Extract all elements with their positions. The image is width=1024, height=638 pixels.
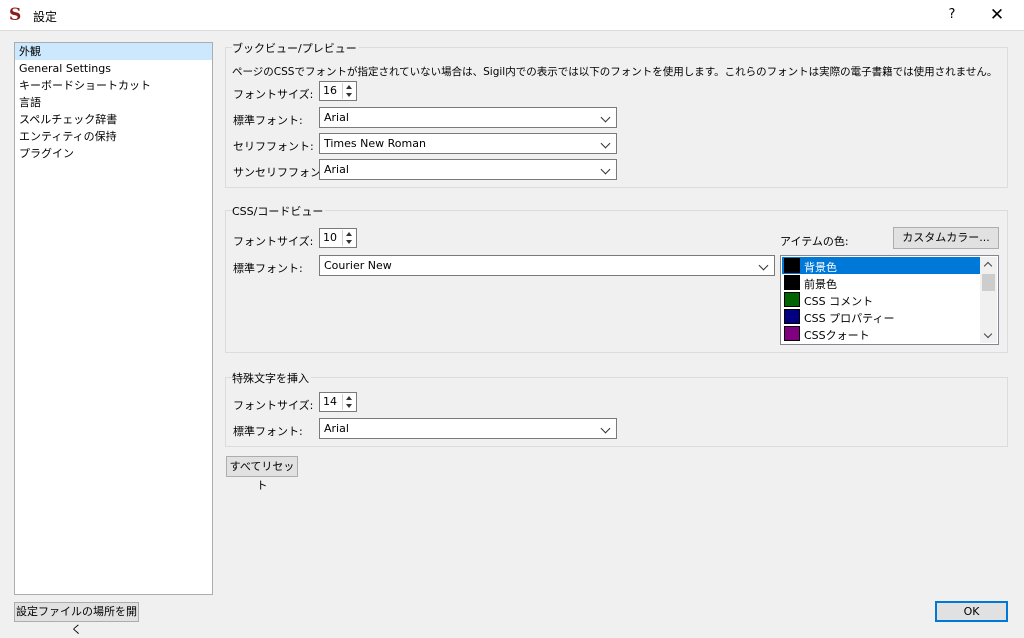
bookview-font-size-spinbox[interactable]: 16 <box>319 81 357 101</box>
color-list-item[interactable]: 前景色 <box>782 274 980 291</box>
color-list-scrollbar[interactable] <box>980 257 997 343</box>
special-chars-standard-font-label: 標準フォント: <box>233 425 303 438</box>
sidebar-item-preserve-entities[interactable]: エンティティの保持 <box>15 128 212 145</box>
special-chars-font-size-spinbox[interactable]: 14 <box>319 392 357 412</box>
color-swatch <box>784 326 800 341</box>
bookview-standard-font-label: 標準フォント: <box>233 114 303 127</box>
chevron-down-icon <box>599 136 613 151</box>
bookview-font-size-value: 16 <box>323 84 337 97</box>
scroll-thumb[interactable] <box>982 274 995 291</box>
bookview-group-title: ブックビュー/プレビュー <box>232 40 359 56</box>
ok-button[interactable]: OK <box>935 601 1008 622</box>
codeview-standard-font-value: Courier New <box>324 259 392 272</box>
scroll-down-icon[interactable] <box>980 329 997 343</box>
bookview-font-note: ページのCSSでフォントが指定されていない場合は、Sigil内での表示では以下の… <box>232 66 998 78</box>
color-swatch <box>784 258 800 273</box>
item-color-label: アイテムの色: <box>780 235 849 248</box>
chevron-down-icon <box>599 110 613 125</box>
sigil-app-icon: S <box>9 5 22 25</box>
sidebar-item-keyboard-shortcuts[interactable]: キーボードショートカット <box>15 77 212 94</box>
spin-arrows-icon[interactable] <box>342 83 355 99</box>
codeview-font-size-value: 10 <box>323 231 337 244</box>
bookview-sans-font-select[interactable]: Arial <box>319 159 617 180</box>
special-chars-standard-font-value: Arial <box>324 422 349 435</box>
bookview-font-size-label: フォントサイズ: <box>233 88 314 101</box>
special-chars-font-size-label: フォントサイズ: <box>233 399 314 412</box>
color-list-item[interactable]: CSSクォート <box>782 325 980 342</box>
chevron-down-icon <box>599 162 613 177</box>
color-swatch <box>784 292 800 307</box>
color-list-item[interactable]: CSS コメント <box>782 291 980 308</box>
help-button[interactable]: ? <box>937 5 967 25</box>
reset-all-button[interactable]: すべてリセット <box>226 456 298 492</box>
scroll-up-icon[interactable] <box>980 257 997 271</box>
custom-color-button[interactable]: カスタムカラー... <box>893 227 999 249</box>
sidebar-item-language[interactable]: 言語 <box>15 94 212 111</box>
sidebar-item-appearance[interactable]: 外観 <box>15 43 212 60</box>
settings-category-list[interactable]: 外観 General Settings キーボードショートカット 言語 スペルチ… <box>14 42 213 595</box>
bookview-standard-font-select[interactable]: Arial <box>319 107 617 128</box>
special-chars-font-size-value: 14 <box>323 395 337 408</box>
codeview-group-title: CSS/コードビュー <box>232 203 326 219</box>
window-title: 設定 <box>33 10 58 24</box>
color-item-label: CSSクォート <box>804 329 870 342</box>
special-chars-standard-font-select[interactable]: Arial <box>319 418 617 439</box>
color-swatch <box>784 309 800 324</box>
bookview-standard-font-value: Arial <box>324 111 349 124</box>
codeview-font-size-spinbox[interactable]: 10 <box>319 228 357 248</box>
open-settings-folder-button[interactable]: 設定ファイルの場所を開く <box>14 602 139 636</box>
color-item-label: 背景色 <box>804 261 837 274</box>
bookview-serif-font-label: セリフフォント: <box>233 140 314 153</box>
bookview-sans-font-value: Arial <box>324 163 349 176</box>
item-color-list[interactable]: 背景色 前景色 CSS コメント CSS プロパティー CSSクォート <box>780 255 999 345</box>
codeview-font-size-label: フォントサイズ: <box>233 235 314 248</box>
special-chars-group-title: 特殊文字を挿入 <box>232 370 311 386</box>
color-list-item[interactable]: 背景色 <box>782 257 980 274</box>
chevron-down-icon <box>599 421 613 436</box>
color-item-label: CSS コメント <box>804 295 874 308</box>
title-bar: S 設定 ? ✕ <box>0 0 1024 31</box>
bookview-serif-font-value: Times New Roman <box>324 137 426 150</box>
bookview-serif-font-select[interactable]: Times New Roman <box>319 133 617 154</box>
chevron-down-icon <box>757 258 771 273</box>
close-button[interactable]: ✕ <box>980 4 1014 26</box>
color-list-item[interactable]: CSS プロパティー <box>782 308 980 325</box>
sidebar-item-general-settings[interactable]: General Settings <box>15 60 212 77</box>
color-item-label: CSS プロパティー <box>804 312 895 325</box>
color-item-label: 前景色 <box>804 278 837 291</box>
spin-arrows-icon[interactable] <box>342 394 355 410</box>
sidebar-item-plugins[interactable]: プラグイン <box>15 145 212 162</box>
spin-arrows-icon[interactable] <box>342 230 355 246</box>
color-swatch <box>784 275 800 290</box>
codeview-standard-font-select[interactable]: Courier New <box>319 255 775 276</box>
sidebar-item-spellcheck-dictionaries[interactable]: スペルチェック辞書 <box>15 111 212 128</box>
codeview-standard-font-label: 標準フォント: <box>233 262 303 275</box>
